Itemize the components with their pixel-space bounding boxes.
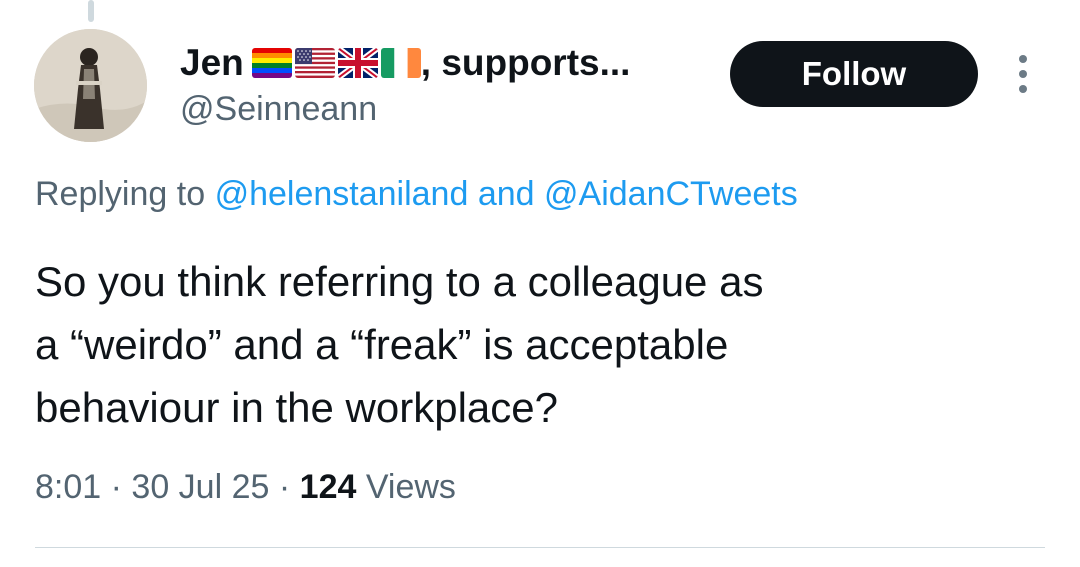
follow-button[interactable]: Follow (730, 41, 978, 107)
display-name[interactable]: Jen (180, 42, 244, 84)
meta-separator: · (278, 468, 291, 506)
tweet-text-line: behaviour in the workplace? (35, 384, 558, 431)
us-flag-icon (294, 48, 335, 78)
meta-separator: · (110, 468, 122, 506)
dot (1019, 55, 1027, 63)
views-label[interactable]: Views (366, 468, 456, 506)
tweet-text-line: a “weirdo” and a “freak” is acceptable (35, 321, 729, 368)
thread-connector-line (88, 0, 94, 22)
tweet-text-line: So you think referring to a colleague as (35, 258, 764, 305)
replying-to-label: Replying to (35, 175, 206, 213)
mention-link-2[interactable]: @AidanCTweets (544, 175, 798, 213)
ireland-flag-icon (380, 48, 421, 78)
tweet-text: So you think referring to a colleague as… (35, 250, 1045, 439)
dot (1019, 70, 1027, 78)
replying-to-line: Replying to @helenstaniland and @AidanCT… (35, 175, 798, 214)
avatar[interactable] (34, 29, 147, 142)
mention-conjunction: and (477, 175, 535, 213)
uk-flag-icon (337, 48, 378, 78)
views-count[interactable]: 124 (300, 468, 357, 506)
author-name-row[interactable]: Jen , supports... (180, 38, 630, 88)
author-handle[interactable]: @Seinneann (180, 90, 377, 129)
more-options-icon[interactable] (1008, 52, 1038, 96)
name-flags (251, 48, 421, 78)
rainbow-pride-flag-icon (251, 48, 292, 78)
tweet-time[interactable]: 8:01 (35, 468, 101, 506)
divider (35, 547, 1045, 548)
dot (1019, 85, 1027, 93)
mention-link-1[interactable]: @helenstaniland (215, 175, 469, 213)
display-name-suffix[interactable]: , supports... (421, 42, 631, 84)
avatar-photo (34, 29, 147, 142)
tweet-meta: 8:01 · 30 Jul 25 · 124 Views (35, 468, 456, 507)
tweet-date[interactable]: 30 Jul 25 (131, 468, 269, 506)
